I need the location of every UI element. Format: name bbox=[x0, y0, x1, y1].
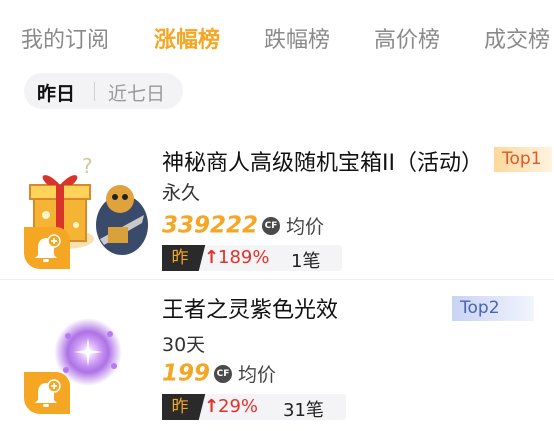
yesterday-tag: 昨 bbox=[162, 245, 198, 271]
item-duration: 30天 bbox=[162, 334, 206, 356]
item-image-mystery-box: ? bbox=[24, 143, 148, 269]
item-name: 王者之灵紫色光效 bbox=[162, 298, 339, 323]
item-price: 199 bbox=[162, 360, 211, 387]
price-label: 均价 bbox=[286, 216, 325, 238]
subscribe-alert-button[interactable] bbox=[24, 227, 70, 269]
period-seven-days[interactable]: 近七日 bbox=[108, 79, 165, 106]
cf-coin-icon: CF bbox=[262, 216, 281, 235]
svg-text:?: ? bbox=[82, 154, 93, 178]
subscribe-alert-button[interactable] bbox=[24, 372, 70, 414]
price-row: 339222 CF 均价 bbox=[162, 212, 324, 239]
item-name: 神秘商人高级随机宝箱II（活动） bbox=[162, 151, 483, 176]
change-badge: 昨 ↑ 29% 31笔 bbox=[162, 394, 346, 421]
tab-gainers[interactable]: 涨幅榜 bbox=[154, 22, 220, 54]
item-price: 339222 bbox=[162, 212, 259, 239]
change-percent: 189% bbox=[218, 247, 270, 268]
list-item[interactable]: 王者之灵紫色光效 Top2 30天 199 CF 均价 昨 ↑ 29% 31笔 bbox=[0, 280, 554, 431]
tab-high-price[interactable]: 高价榜 bbox=[374, 22, 440, 54]
trade-count: 31笔 bbox=[283, 400, 324, 421]
up-arrow-icon: ↑ bbox=[204, 396, 220, 417]
item-image-purple-effect bbox=[24, 288, 148, 414]
tab-subscriptions[interactable]: 我的订阅 bbox=[21, 22, 109, 54]
bell-plus-icon bbox=[35, 379, 61, 407]
trade-count: 1笔 bbox=[291, 251, 321, 272]
rank-badge: Top2 bbox=[452, 296, 534, 321]
list-item[interactable]: ? 神秘商人高级随机宝箱II（活动） Top1 永久 339222 CF 均价 昨 … bbox=[0, 133, 554, 278]
tab-volume[interactable]: 成交榜 bbox=[484, 22, 550, 54]
cf-coin-icon: CF bbox=[214, 364, 233, 383]
period-divider bbox=[94, 82, 95, 101]
yesterday-tag: 昨 bbox=[162, 394, 198, 420]
price-row: 199 CF 均价 bbox=[162, 360, 276, 387]
rank-badge: Top1 bbox=[494, 147, 552, 172]
item-duration: 永久 bbox=[162, 182, 201, 204]
up-arrow-icon: ↑ bbox=[204, 247, 220, 268]
bell-plus-icon bbox=[35, 234, 61, 262]
change-percent: 29% bbox=[218, 396, 259, 417]
price-label: 均价 bbox=[238, 364, 277, 386]
period-yesterday[interactable]: 昨日 bbox=[37, 79, 75, 106]
change-badge: 昨 ↑ 189% 1笔 bbox=[162, 245, 342, 272]
period-toggle: 昨日 近七日 bbox=[24, 73, 183, 109]
ranking-tabs: 我的订阅 涨幅榜 跌幅榜 高价榜 成交榜 bbox=[0, 0, 554, 70]
tab-losers[interactable]: 跌幅榜 bbox=[264, 22, 330, 54]
